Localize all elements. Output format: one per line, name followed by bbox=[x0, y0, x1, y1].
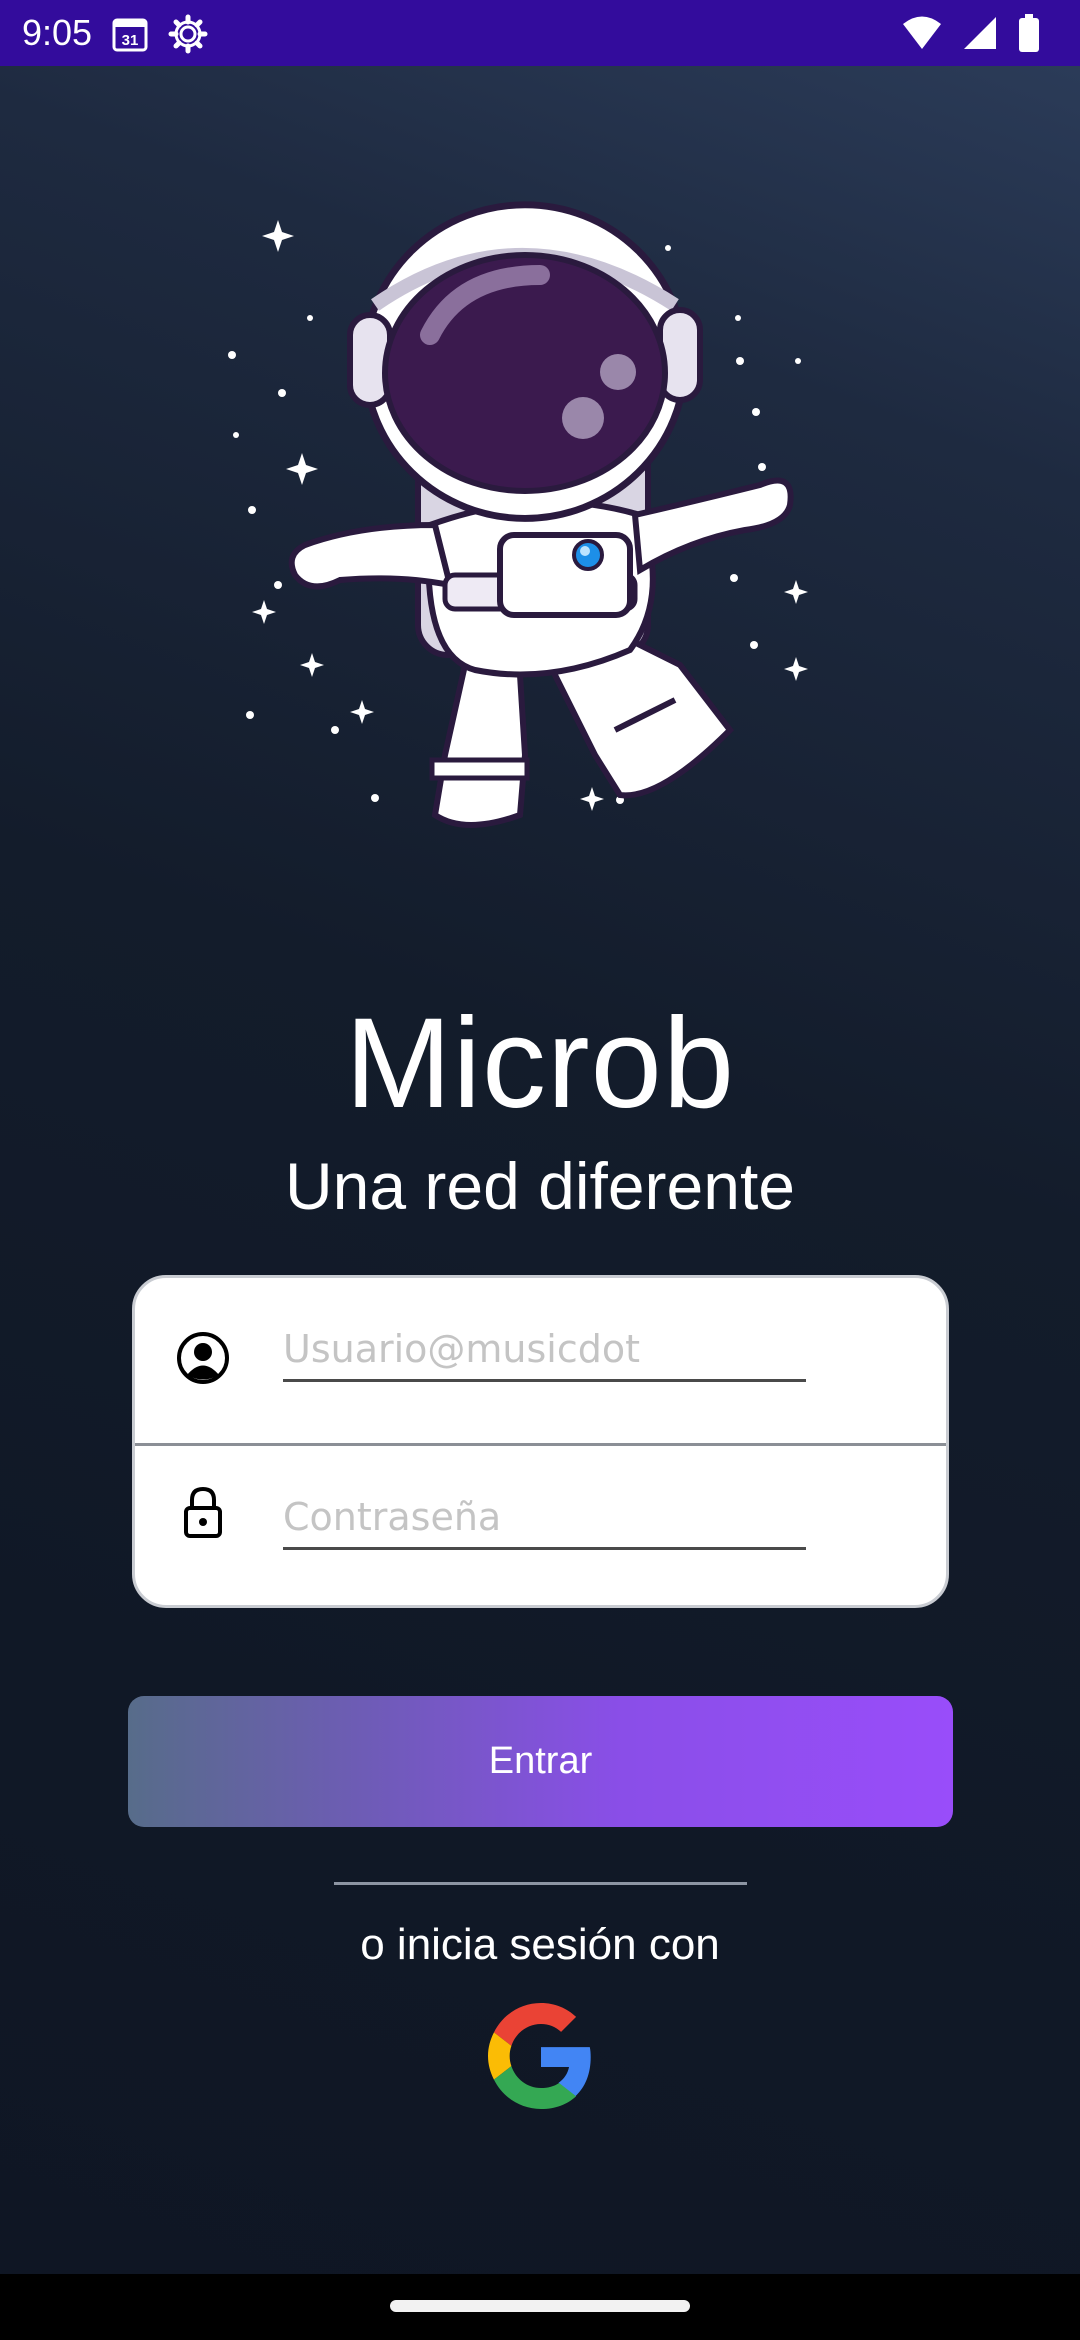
google-signin-button[interactable] bbox=[488, 2003, 594, 2109]
calendar-icon: 31 bbox=[110, 14, 150, 59]
username-row bbox=[135, 1278, 946, 1438]
status-time: 9:05 bbox=[22, 12, 93, 53]
wifi-icon bbox=[902, 15, 942, 56]
user-avatar-icon bbox=[175, 1330, 231, 1386]
calendar-day: 31 bbox=[122, 32, 139, 49]
battery-icon bbox=[1018, 14, 1040, 57]
app-title: Microb bbox=[344, 992, 736, 1135]
password-row bbox=[135, 1446, 946, 1605]
astronaut-illustration bbox=[220, 195, 840, 855]
alt-login-label: o inicia sesión con bbox=[360, 1920, 720, 1969]
login-screen: 9:05 31 Microb Una red diferente Usuario… bbox=[0, 0, 1080, 2340]
status-bar: 9:05 31 bbox=[0, 0, 1080, 66]
cellular-signal-icon bbox=[962, 15, 998, 56]
home-indicator[interactable] bbox=[390, 2300, 690, 2312]
lock-icon bbox=[175, 1484, 231, 1540]
password-field[interactable] bbox=[283, 1486, 806, 1550]
login-button[interactable]: Entrar bbox=[128, 1696, 953, 1827]
login-card bbox=[132, 1275, 949, 1608]
username-field[interactable] bbox=[283, 1318, 806, 1382]
app-subtitle: Una red diferente bbox=[285, 1149, 795, 1223]
or-divider bbox=[334, 1882, 747, 1885]
settings-gear-icon bbox=[168, 14, 208, 59]
google-icon bbox=[488, 2003, 594, 2112]
